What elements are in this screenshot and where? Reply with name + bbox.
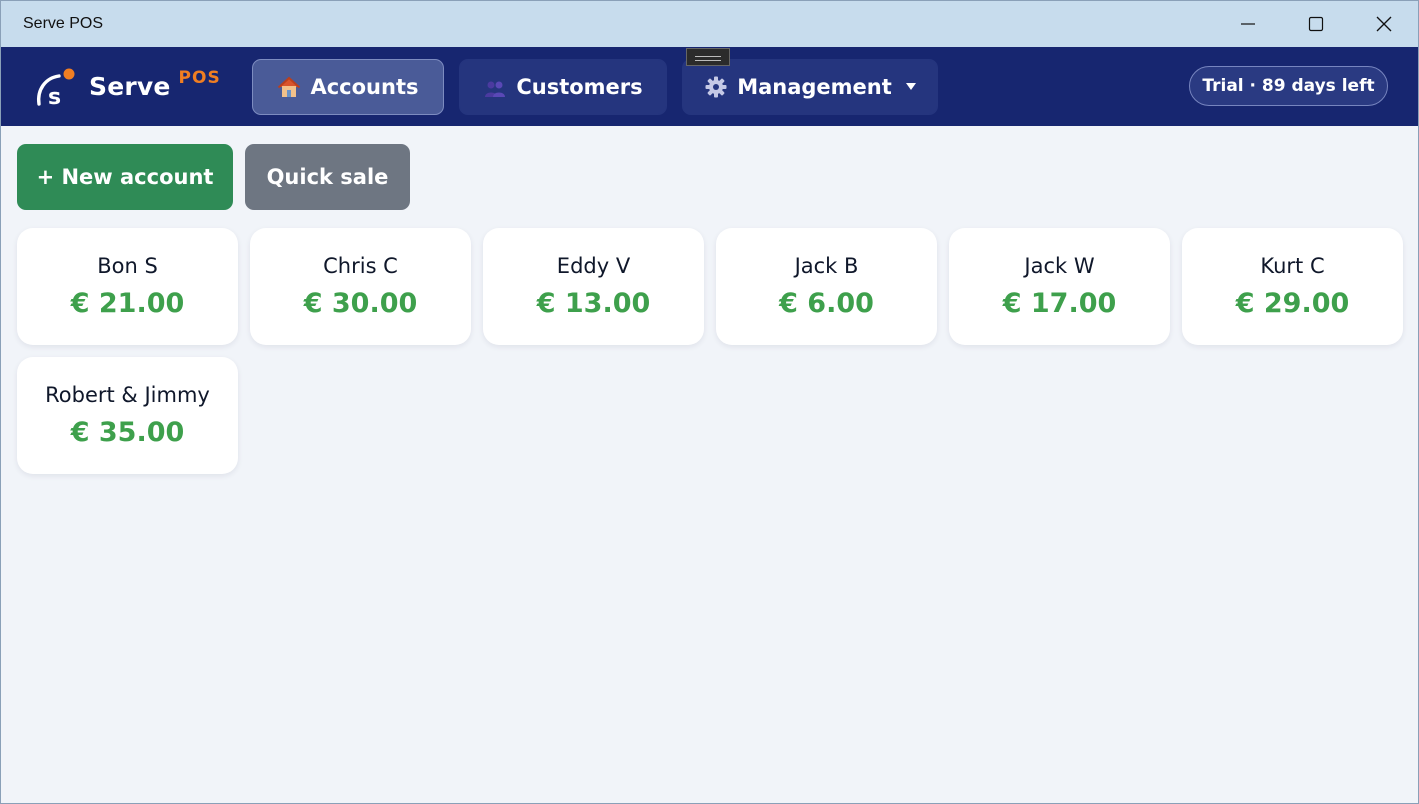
close-icon: [1376, 16, 1392, 32]
account-card[interactable]: Bon S € 21.00: [17, 228, 238, 345]
minimize-icon: [1241, 23, 1255, 25]
serve-logo-icon: s: [37, 68, 75, 110]
drag-handle-icon[interactable]: [686, 48, 730, 66]
account-amount: € 17.00: [1002, 288, 1117, 319]
tab-accounts[interactable]: Accounts: [252, 58, 444, 115]
account-amount: € 6.00: [779, 288, 874, 319]
trial-badge[interactable]: Trial · 89 days left: [1189, 66, 1388, 106]
app-window: Serve POS s Serve POS Accounts Customers…: [0, 0, 1419, 804]
account-amount: € 21.00: [70, 288, 185, 319]
house-icon: [277, 75, 301, 99]
people-icon: [483, 75, 507, 99]
account-name: Chris C: [323, 254, 398, 278]
account-amount: € 30.00: [303, 288, 418, 319]
svg-text:s: s: [48, 85, 61, 110]
maximize-icon: [1308, 16, 1324, 32]
window-controls: [1214, 1, 1418, 47]
app-header: s Serve POS Accounts Customers Managemen…: [1, 47, 1418, 126]
account-amount: € 13.00: [536, 288, 651, 319]
account-name: Jack B: [794, 254, 859, 278]
account-amount: € 35.00: [70, 417, 185, 448]
action-bar: + New account Quick sale: [17, 144, 1402, 210]
chevron-down-icon: [905, 83, 916, 90]
account-name: Kurt C: [1260, 254, 1325, 278]
tab-customers-label: Customers: [516, 74, 643, 99]
quick-sale-button[interactable]: Quick sale: [245, 144, 410, 210]
nav-tabs: Accounts Customers Management: [252, 58, 938, 115]
brand-name: Serve: [89, 72, 171, 101]
account-name: Eddy V: [556, 254, 631, 278]
close-button[interactable]: [1350, 1, 1418, 47]
account-card[interactable]: Kurt C € 29.00: [1182, 228, 1403, 345]
account-name: Robert & Jimmy: [45, 383, 210, 407]
maximize-button[interactable]: [1282, 1, 1350, 47]
tab-customers[interactable]: Customers: [459, 58, 667, 115]
tab-management[interactable]: Management: [682, 58, 938, 115]
account-amount: € 29.00: [1235, 288, 1350, 319]
account-card[interactable]: Robert & Jimmy € 35.00: [17, 357, 238, 474]
account-name: Bon S: [97, 254, 158, 278]
main-content: + New account Quick sale Bon S € 21.00 C…: [1, 126, 1418, 492]
account-name: Jack W: [1024, 254, 1095, 278]
tab-management-label: Management: [737, 74, 892, 99]
account-card[interactable]: Jack W € 17.00: [949, 228, 1170, 345]
accounts-grid: Bon S € 21.00 Chris C € 30.00 Eddy V € 1…: [17, 228, 1403, 474]
tab-accounts-label: Accounts: [310, 74, 419, 99]
window-title: Serve POS: [23, 15, 104, 32]
minimize-button[interactable]: [1214, 1, 1282, 47]
account-card[interactable]: Jack B € 6.00: [716, 228, 937, 345]
brand: s Serve POS: [33, 64, 252, 110]
gear-icon: [704, 75, 728, 99]
title-bar[interactable]: Serve POS: [1, 1, 1418, 47]
new-account-button[interactable]: + New account: [17, 144, 233, 210]
brand-sub: POS: [178, 67, 221, 88]
account-card[interactable]: Eddy V € 13.00: [483, 228, 704, 345]
account-card[interactable]: Chris C € 30.00: [250, 228, 471, 345]
